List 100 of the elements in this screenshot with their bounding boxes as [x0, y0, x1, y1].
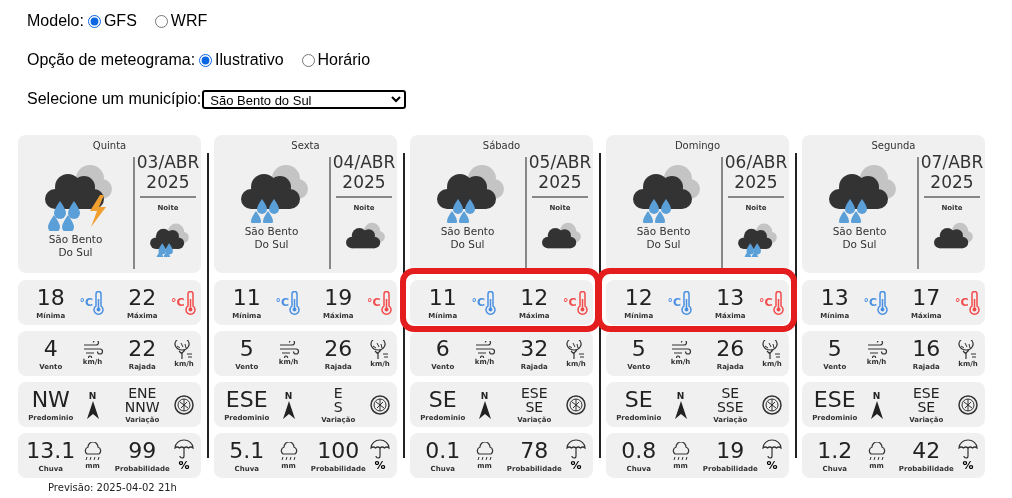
thermometer-icon: [968, 290, 980, 315]
value-text: 13: [716, 285, 745, 310]
unit-text: °C: [79, 296, 94, 309]
value-text: ENE NNW: [124, 385, 160, 414]
date-text: 03/ABR: [136, 152, 200, 172]
option-label[interactable]: WRF: [170, 12, 208, 30]
wind-icon: [669, 341, 692, 358]
radio-button[interactable]: [199, 53, 213, 67]
city-name: São Bento Do Sul: [831, 225, 888, 251]
thermometer-icon: [772, 290, 784, 315]
thermometer-icon: [681, 290, 693, 315]
value-text: 4: [43, 336, 58, 361]
value-text: 22: [128, 285, 157, 310]
north-arrow-icon: [282, 400, 295, 419]
value-text: 5: [827, 336, 842, 361]
unit-text: °C: [759, 296, 773, 309]
day-name: Segunda: [870, 139, 917, 151]
radio-button[interactable]: [154, 14, 168, 28]
wind-icon: [865, 341, 888, 358]
date-text: 05/ABR: [528, 152, 592, 172]
value-text: 11: [428, 285, 457, 310]
north-label: N: [88, 390, 97, 401]
year-text: 2025: [342, 172, 386, 192]
north-label: N: [284, 390, 293, 401]
tree-icon: [761, 339, 783, 360]
north-arrow-icon: [478, 400, 491, 419]
value-text: 5: [631, 336, 646, 361]
value-text: SE: [624, 387, 653, 412]
north-label: N: [872, 390, 881, 401]
tree-icon: [957, 339, 979, 360]
unit-text: %: [766, 459, 778, 472]
unit-text: °C: [471, 296, 486, 309]
value-text: E S: [333, 385, 343, 414]
north-arrow-icon: [86, 400, 99, 419]
forecast-time: Previsão: 2025-04-02 21h: [48, 482, 178, 493]
unit-text: °C: [667, 296, 682, 309]
thermometer-icon: [576, 290, 588, 315]
municipality-select[interactable]: São Bento do Sul: [202, 89, 407, 109]
value-text: 5.1: [229, 438, 265, 463]
value-text: ESE: [225, 387, 268, 412]
value-text: 22: [128, 336, 157, 361]
value-text: 6: [435, 336, 450, 361]
compass-icon: [958, 394, 978, 415]
unit-text: %: [374, 459, 386, 472]
value-text: 1.2: [817, 438, 853, 463]
year-text: 2025: [146, 172, 190, 192]
year-text: 2025: [538, 172, 582, 192]
thermometer-icon: [184, 290, 196, 315]
north-label: N: [480, 390, 489, 401]
unit-text: %: [570, 459, 582, 472]
city-name: São Bento Do Sul: [635, 225, 692, 251]
unit-text: °C: [275, 296, 290, 309]
select-label: Selecione um município:: [27, 90, 202, 108]
value-text: 12: [624, 285, 653, 310]
option-label[interactable]: Ilustrativo: [215, 51, 284, 69]
value-text: 32: [520, 336, 549, 361]
option-label[interactable]: GFS: [103, 12, 137, 30]
city-name: São Bento Do Sul: [47, 233, 104, 259]
city-name: São Bento Do Sul: [439, 225, 496, 251]
compass-icon: [370, 394, 390, 415]
value-text: 0.1: [425, 438, 461, 463]
value-text: 13.1: [26, 438, 76, 463]
thermometer-icon: [93, 290, 105, 315]
unit-text: °C: [367, 296, 381, 309]
unit-text: °C: [563, 296, 577, 309]
compass-icon: [566, 394, 586, 415]
unit-text: %: [962, 459, 974, 472]
value-text: SE SSE: [716, 385, 744, 414]
value-text: 42: [912, 438, 941, 463]
date-text: 06/ABR: [724, 152, 788, 172]
option-label: Modelo:: [27, 12, 84, 30]
radio-button[interactable]: [87, 14, 101, 28]
value-text: 5: [239, 336, 254, 361]
umbrella-icon: [566, 439, 586, 459]
value-text: 12: [520, 285, 549, 310]
option-label[interactable]: Horário: [317, 51, 371, 69]
value-text: 26: [324, 336, 353, 361]
unit-text: °C: [171, 296, 185, 309]
compass-icon: [762, 394, 782, 415]
day-name: Sexta: [290, 139, 321, 151]
value-text: 17: [912, 285, 941, 310]
value-text: ESE: [813, 387, 856, 412]
day-name: Quinta: [91, 139, 128, 151]
umbrella-icon: [370, 439, 390, 459]
north-arrow-icon: [674, 400, 687, 419]
value-text: NW: [31, 387, 70, 412]
value-text: 13: [820, 285, 849, 310]
value-text: 99: [128, 438, 157, 463]
unit-text: °C: [955, 296, 969, 309]
value-text: 0.8: [621, 438, 657, 463]
thermometer-icon: [877, 290, 889, 315]
thermometer-icon: [289, 290, 301, 315]
unit-text: °C: [863, 296, 878, 309]
value-text: 19: [324, 285, 353, 310]
radio-button[interactable]: [301, 53, 315, 67]
value-text: 11: [232, 285, 261, 310]
tree-icon: [369, 339, 391, 360]
thermometer-icon: [485, 290, 497, 315]
value-text: 78: [520, 438, 549, 463]
value-text: 18: [36, 285, 65, 310]
